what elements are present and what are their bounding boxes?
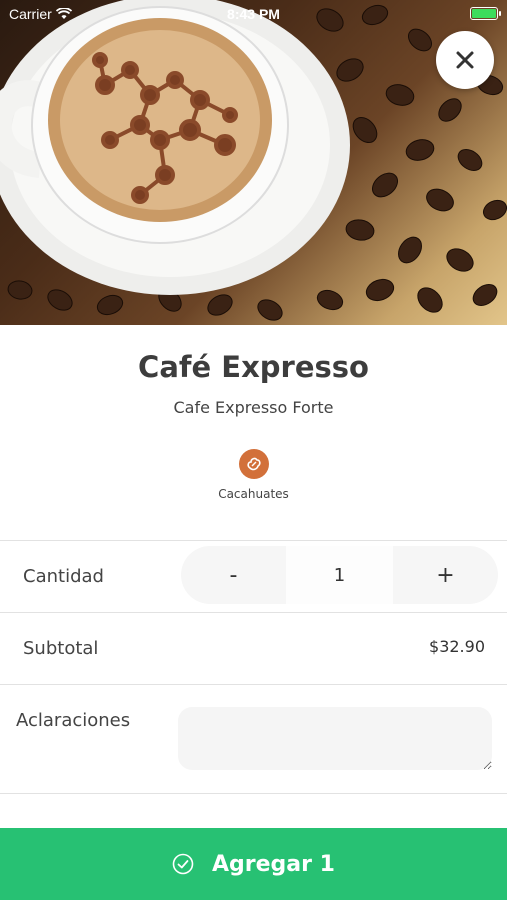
allergen-item: Cacahuates xyxy=(0,449,507,501)
battery-icon xyxy=(470,7,501,20)
product-description: Cafe Expresso Forte xyxy=(173,398,334,417)
quantity-value: 1 xyxy=(286,546,393,604)
quantity-label: Cantidad xyxy=(23,566,104,587)
divider xyxy=(0,793,507,794)
decrement-button[interactable]: - xyxy=(181,546,286,604)
divider xyxy=(0,612,507,613)
close-icon xyxy=(456,51,474,69)
subtotal-value: $32.90 xyxy=(429,637,485,656)
add-to-cart-button[interactable]: Agregar 1 xyxy=(0,828,507,900)
peanut-icon xyxy=(238,449,269,479)
coffee-photo xyxy=(0,0,507,321)
increment-button[interactable]: + xyxy=(393,546,498,604)
battery-level xyxy=(472,9,496,18)
product-detail-screen: Carrier 8:43 PM Café Expresso Cafe Expre… xyxy=(0,0,507,900)
status-bar: Carrier 8:43 PM xyxy=(0,0,507,28)
allergen-label: Cacahuates xyxy=(218,487,289,501)
status-time: 8:43 PM xyxy=(227,6,280,22)
notes-input[interactable] xyxy=(178,707,492,770)
divider xyxy=(0,684,507,685)
product-image xyxy=(0,0,507,325)
close-button[interactable] xyxy=(436,31,494,89)
quantity-stepper: - 1 + xyxy=(181,546,498,604)
check-circle-icon xyxy=(172,853,194,875)
product-title: Café Expresso xyxy=(138,350,369,384)
notes-label: Aclaraciones xyxy=(16,710,131,731)
subtotal-label: Subtotal xyxy=(23,638,99,659)
divider xyxy=(0,540,507,541)
add-button-label: Agregar 1 xyxy=(212,851,335,877)
